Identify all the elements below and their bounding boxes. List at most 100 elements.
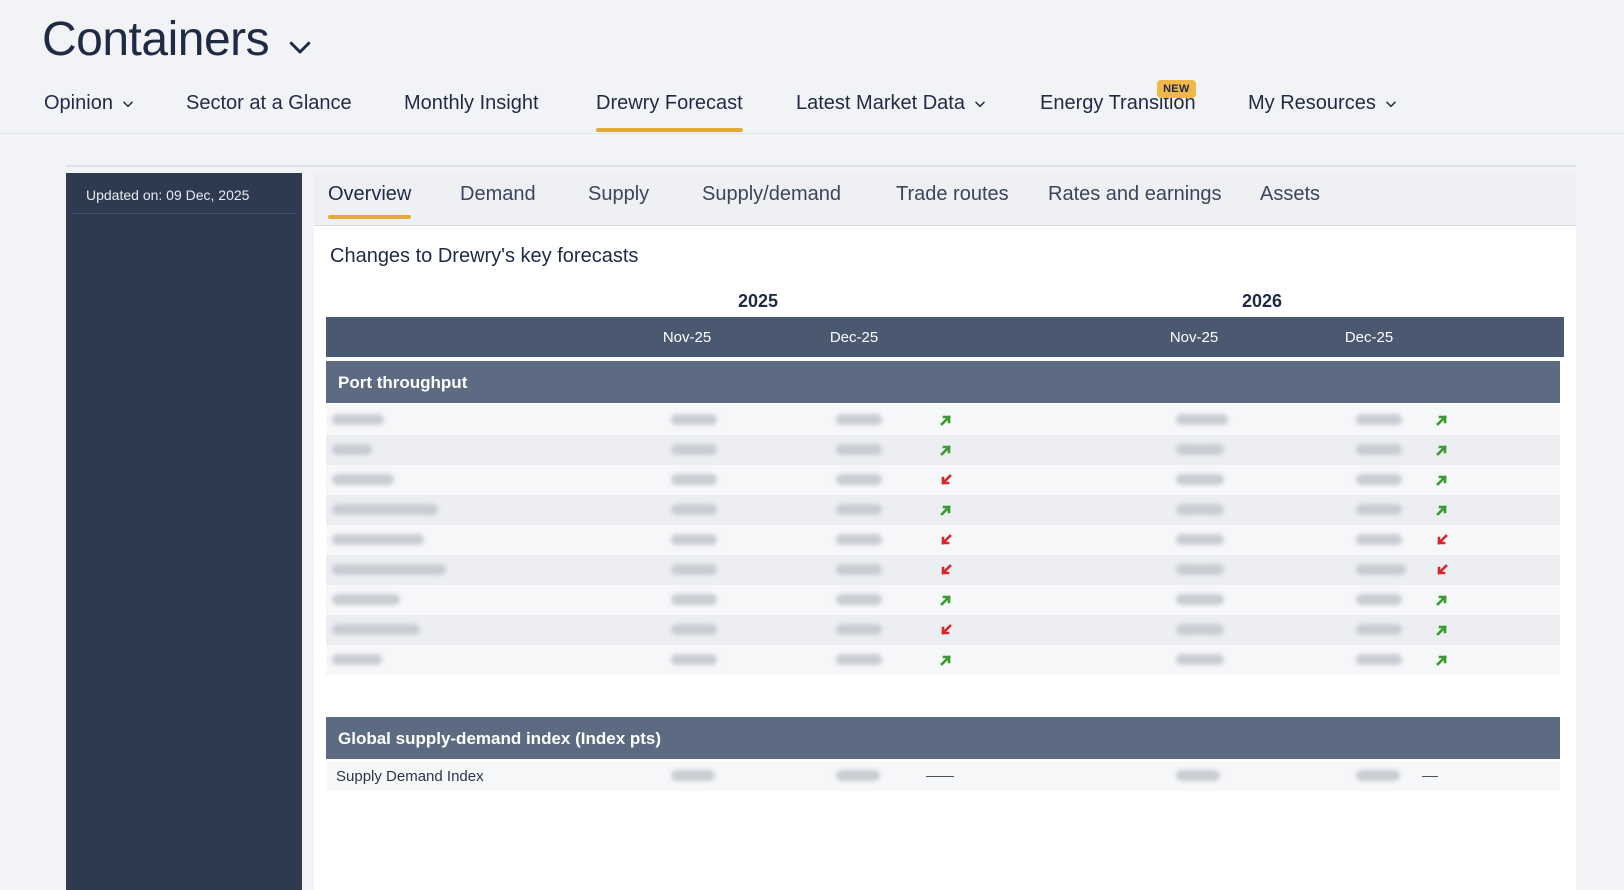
arrow-up-right-icon	[940, 505, 951, 516]
year-label-2026: 2026	[1242, 291, 1283, 311]
nav-item-my-resources[interactable]: My Resources	[1248, 92, 1398, 115]
nav-item-latest-market-data[interactable]: Latest Market Data	[796, 92, 987, 115]
group-header: Port throughput	[326, 361, 1560, 403]
updated-date: Updated on: 09 Dec, 2025	[72, 187, 296, 214]
group-header: Global supply-demand index (Index pts)	[326, 717, 1560, 759]
app-title[interactable]: Containers	[42, 12, 315, 67]
redacted-value	[671, 444, 717, 455]
arrow-up-right-icon	[940, 595, 951, 606]
no-change-dash	[926, 776, 954, 777]
tab-rates-and-earnings[interactable]: Rates and earnings	[1048, 183, 1221, 206]
arrow-up-right-icon	[1436, 655, 1447, 666]
arrow-up-right-icon	[940, 445, 951, 456]
redacted-value	[1176, 534, 1224, 545]
arrow-down-left-icon	[1437, 564, 1448, 575]
column-header-2025-nov: Nov-25	[662, 329, 712, 346]
nav-item-label: Sector at a Glance	[186, 92, 352, 114]
redacted-value	[1356, 534, 1402, 545]
redacted-value	[332, 654, 382, 665]
redacted-value	[836, 474, 882, 485]
tab-trade-routes[interactable]: Trade routes	[896, 183, 1009, 206]
redacted-value	[1176, 564, 1224, 575]
redacted-value	[332, 624, 420, 635]
redacted-value	[671, 534, 717, 545]
chevron-down-icon	[123, 100, 133, 107]
redacted-value	[836, 504, 882, 515]
tab-assets[interactable]: Assets	[1260, 183, 1320, 206]
nav-item-opinion[interactable]: Opinion	[44, 92, 135, 115]
header-divider	[0, 133, 1624, 134]
table-row	[326, 555, 1560, 585]
arrow-up-right-icon	[1436, 595, 1447, 606]
forecast-tabs: Overview Demand Supply Supply/demand Tra…	[314, 173, 1576, 226]
redacted-value	[1176, 474, 1224, 485]
group-header-label: Global supply-demand index (Index pts)	[338, 729, 662, 748]
no-change-dash	[1422, 776, 1438, 777]
tab-overview[interactable]: Overview	[328, 183, 412, 219]
sidebar: Updated on: 09 Dec, 2025	[66, 173, 302, 890]
redacted-value	[332, 504, 438, 515]
table-row	[326, 645, 1560, 675]
redacted-value	[1356, 444, 1402, 455]
nav-item-energy-transition[interactable]: Energy Transition NEW	[1040, 80, 1196, 115]
arrow-down-left-icon	[941, 534, 952, 545]
column-header-2025-dec: Dec-25	[829, 329, 879, 346]
table-row	[326, 405, 1560, 435]
redacted-value	[836, 534, 882, 545]
redacted-value	[671, 594, 717, 605]
redacted-value	[671, 624, 717, 635]
arrow-down-left-icon	[941, 624, 952, 635]
arrow-up-right-icon	[1436, 445, 1447, 456]
arrow-up-right-icon	[1436, 475, 1447, 486]
table-row	[326, 585, 1560, 615]
year-label-2025: 2025	[738, 291, 779, 311]
redacted-value	[332, 534, 424, 545]
nav-item-label: Latest Market Data	[796, 92, 965, 114]
table-column-header: Nov-25 Dec-25 Nov-25 Dec-25	[326, 317, 1564, 357]
redacted-value	[332, 474, 394, 485]
redacted-value	[1356, 654, 1402, 665]
redacted-value	[332, 444, 372, 455]
app-title-text: Containers	[42, 13, 270, 66]
redacted-value	[332, 414, 384, 425]
arrow-up-right-icon	[1436, 625, 1447, 636]
arrow-down-left-icon	[941, 564, 952, 575]
column-header-2026-nov: Nov-25	[1169, 329, 1219, 346]
redacted-value	[671, 504, 717, 515]
redacted-value	[1176, 594, 1224, 605]
chevron-down-icon	[975, 100, 985, 107]
table-row	[326, 495, 1560, 525]
row-label: Supply Demand Index	[336, 768, 484, 785]
redacted-value	[1176, 414, 1228, 425]
arrow-up-right-icon	[1436, 415, 1447, 426]
chevron-down-icon[interactable]	[285, 32, 315, 62]
table-row	[326, 615, 1560, 645]
redacted-value	[1176, 624, 1224, 635]
tab-demand[interactable]: Demand	[460, 183, 536, 206]
arrow-down-left-icon	[941, 474, 952, 485]
redacted-value	[671, 654, 717, 665]
redacted-value	[1356, 414, 1402, 425]
tab-supply-demand[interactable]: Supply/demand	[702, 183, 841, 206]
redacted-value	[1356, 594, 1402, 605]
table-row	[326, 465, 1560, 495]
nav-item-label: My Resources	[1248, 92, 1376, 114]
redacted-value	[836, 770, 880, 781]
redacted-value	[1176, 654, 1224, 665]
redacted-value	[671, 474, 717, 485]
nav-item-sector-at-a-glance[interactable]: Sector at a Glance	[186, 92, 352, 115]
redacted-value	[836, 594, 882, 605]
nav-item-label: Drewry Forecast	[596, 92, 743, 114]
redacted-value	[671, 564, 717, 575]
tab-supply[interactable]: Supply	[588, 183, 649, 206]
nav-item-label: Monthly Insight	[404, 92, 539, 114]
nav-item-drewry-forecast[interactable]: Drewry Forecast	[596, 92, 743, 132]
nav-item-monthly-insight[interactable]: Monthly Insight	[404, 92, 539, 115]
redacted-value	[671, 414, 717, 425]
redacted-value	[836, 654, 882, 665]
new-badge: NEW	[1157, 80, 1196, 98]
redacted-value	[1356, 770, 1400, 781]
redacted-value	[332, 594, 400, 605]
redacted-value	[1176, 444, 1224, 455]
redacted-value	[836, 624, 882, 635]
